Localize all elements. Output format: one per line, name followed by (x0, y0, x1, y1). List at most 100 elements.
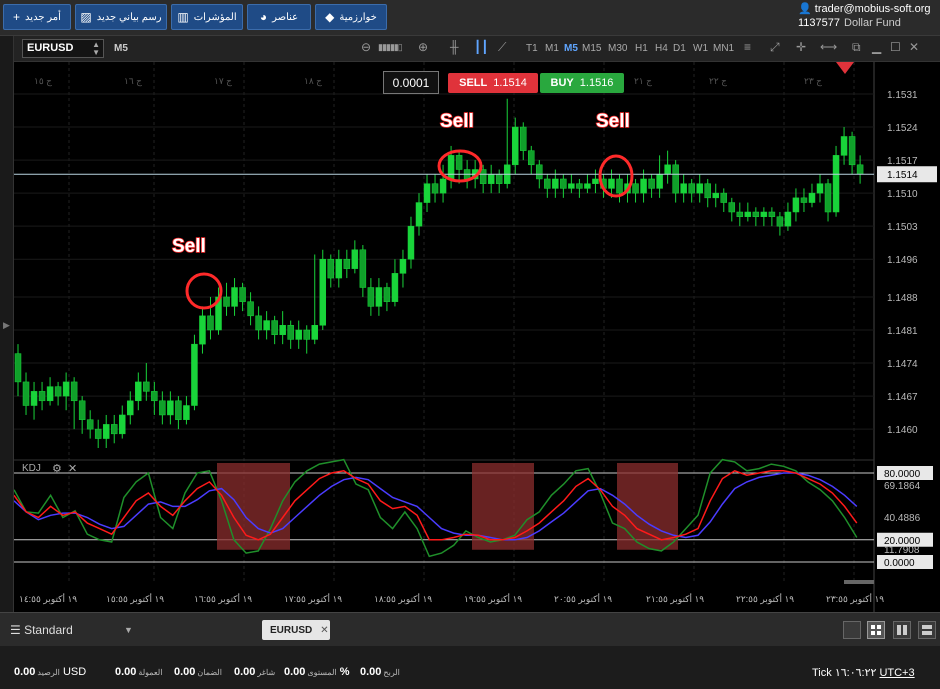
horizontal-scrollbar[interactable] (844, 580, 874, 584)
layout-select[interactable]: ☰ Standard (10, 623, 73, 637)
hline-icon[interactable]: ⟷ (820, 40, 837, 54)
candle (495, 173, 503, 184)
sell-button[interactable]: SELL 1.1514 (448, 73, 538, 93)
left-panel-handle[interactable]: ▶ (0, 36, 14, 612)
close-icon[interactable]: ✕ (909, 40, 919, 54)
current-price-label: 1.1514 (887, 170, 918, 181)
candle (704, 183, 711, 199)
price-tick-label: 1.1488 (887, 293, 918, 304)
timeframe-mn1[interactable]: MN1 (713, 43, 734, 54)
candle (78, 400, 86, 420)
candle (520, 126, 527, 151)
candle (712, 192, 719, 199)
current-timeframe: M5 (114, 43, 128, 54)
candle-chart-icon[interactable]: ┃┃ (474, 40, 488, 54)
candle (744, 211, 752, 217)
timeframe-h1[interactable]: H1 (635, 43, 648, 54)
price-chart[interactable]: 1.1531 1.1524 1.1517 1.1510 1.1503 1.1496 1.14… (14, 62, 940, 612)
line-chart-icon[interactable]: ⟋ (498, 40, 506, 55)
sell-annotation: Sell (596, 111, 630, 132)
candle (191, 343, 198, 406)
account-info[interactable]: 👤 trader@mobius-soft.org 1137577 Dollar F… (794, 0, 940, 36)
margin-level: 0.00 المستوى % (284, 666, 350, 678)
candle (367, 287, 375, 307)
candle (54, 386, 62, 397)
timeframe-w1[interactable]: W1 (693, 43, 708, 54)
kdj-level-label: 40.4886 (884, 513, 921, 524)
timeframe-t1[interactable]: T1 (526, 43, 538, 54)
popout-icon[interactable]: ⧉ (852, 40, 861, 55)
candle (552, 178, 559, 189)
candle (720, 192, 728, 203)
zoom-out-icon[interactable]: ⊖ (361, 40, 371, 54)
candle (383, 287, 391, 302)
candle (151, 391, 158, 402)
day-label: ج ١٦ (124, 76, 142, 87)
columns-icon (897, 625, 907, 635)
candle (528, 150, 535, 166)
timeframe-m30[interactable]: M30 (608, 43, 627, 54)
candle (800, 197, 808, 203)
candle (736, 211, 744, 217)
candle (295, 329, 302, 340)
symbol-select[interactable]: EURUSD ▲ ▼ (22, 39, 104, 58)
minimize-icon[interactable]: ▁ (872, 40, 881, 54)
bar-chart-icon[interactable]: ╫ (450, 40, 459, 54)
layout-single-button[interactable] (843, 621, 861, 639)
candle (415, 202, 423, 227)
buy-button[interactable]: BUY 1.1516 (540, 73, 624, 93)
trendline-icon[interactable]: ⤢ (770, 40, 780, 55)
cross-icon[interactable]: ✛ (796, 40, 806, 54)
time-tick-label: ١٩ أكتوبر ١٩:٥٥ (464, 592, 522, 605)
candle (536, 164, 543, 180)
timeframe-h4[interactable]: H4 (655, 43, 668, 54)
new-order-button[interactable]: + أمر جديد (3, 4, 71, 30)
chevron-down-icon[interactable]: ▼ (124, 625, 133, 635)
candle (335, 258, 343, 279)
tab-close-icon[interactable]: ✕ (320, 625, 328, 636)
timeframe-d1[interactable]: D1 (673, 43, 686, 54)
sell-annotation: Sell (172, 236, 206, 257)
algorithms-button[interactable]: ◆ خوارزمية (315, 4, 387, 30)
candle (159, 400, 166, 416)
kdj-level-label: 0.0000 (884, 558, 915, 569)
buy-label: BUY (550, 77, 574, 89)
new-chart-button[interactable]: ▨ رسم بياني جديد (75, 4, 167, 30)
candle (808, 192, 816, 203)
price-tick-label: 1.1510 (887, 189, 918, 200)
timeframe-m15[interactable]: M15 (582, 43, 601, 54)
maximize-icon[interactable]: ☐ (890, 40, 901, 54)
candle (840, 136, 848, 156)
timeframe-m5[interactable]: M5 (564, 43, 578, 54)
new-order-label: أمر جديد (25, 11, 61, 23)
zoom-slider[interactable]: ▮▮▮▮▮▯ (378, 42, 403, 53)
symbol-value: EURUSD (27, 42, 74, 54)
timezone-select[interactable]: UTC+3 (879, 667, 914, 679)
elements-button[interactable]: ◕ عناصر (247, 4, 311, 30)
layout-columns-button[interactable] (893, 621, 911, 639)
day-label: ج ١٨ (304, 76, 322, 87)
timeframe-m1[interactable]: M1 (545, 43, 559, 54)
expand-icon: ▶ (3, 320, 10, 330)
fib-icon[interactable]: ≡ (744, 40, 751, 54)
candle (560, 178, 567, 189)
zoom-in-icon[interactable]: ⊕ (418, 40, 428, 54)
chart-tab-eurusd[interactable]: EURUSD ✕ (262, 620, 330, 640)
candle (544, 178, 551, 189)
kdj-level-label: 11.7908 (884, 545, 920, 556)
volume-input[interactable]: 0.0001 (383, 71, 439, 94)
candle (511, 126, 519, 166)
kdj-level-label: 80.0000 (884, 469, 921, 480)
layout-grid-button[interactable] (867, 621, 885, 639)
commission: 0.00 العمولة (115, 666, 163, 678)
candle (271, 320, 278, 335)
top-toolbar: + أمر جديد ▨ رسم بياني جديد ▥ المؤشرات ◕… (0, 0, 940, 36)
layout-rows-button[interactable] (918, 621, 936, 639)
time-tick-label: ١٩ أكتوبر ١٤:٥٥ (19, 592, 77, 605)
new-chart-label: رسم بياني جديد (96, 11, 162, 23)
price-tick-label: 1.1503 (887, 222, 918, 233)
indicators-button[interactable]: ▥ المؤشرات (171, 4, 243, 30)
profit: 0.00 الربح (360, 666, 400, 678)
candle (343, 258, 351, 269)
candle (255, 315, 262, 331)
